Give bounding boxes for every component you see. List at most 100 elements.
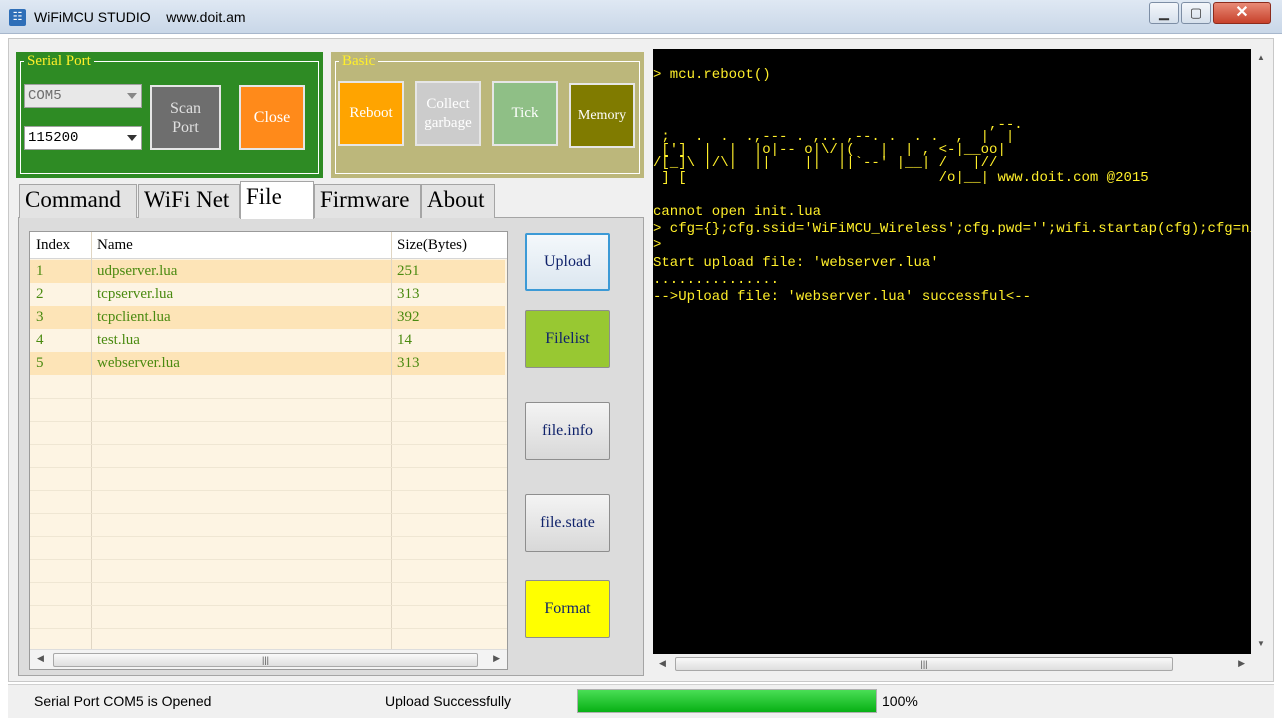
table-row[interactable]: 3 tcpclient.lua 392 bbox=[30, 306, 505, 329]
tab-about[interactable]: About bbox=[421, 184, 495, 218]
scroll-right-icon[interactable]: ▶ bbox=[493, 653, 500, 664]
terminal-line: -->Upload file: 'webserver.lua' successf… bbox=[653, 289, 1032, 305]
file-info-label: file.info bbox=[541, 422, 594, 439]
terminal-line: > cfg={};cfg.ssid='WiFiMCU_Wireless';cfg… bbox=[653, 221, 1251, 237]
row-divider bbox=[30, 605, 507, 606]
file-state-button[interactable]: file.state bbox=[525, 494, 610, 552]
collect-label-2: garbage bbox=[424, 114, 472, 131]
row-divider bbox=[30, 467, 507, 468]
progress-percent: 100% bbox=[882, 693, 918, 709]
status-message: Upload Successfully bbox=[385, 693, 512, 709]
memory-button[interactable]: Memory bbox=[569, 83, 635, 148]
format-button[interactable]: Format bbox=[525, 580, 610, 638]
reboot-label: Reboot bbox=[349, 105, 393, 121]
row-size: 251 bbox=[397, 263, 420, 279]
row-index: 5 bbox=[36, 355, 44, 371]
terminal-line: cannot open init.lua bbox=[653, 204, 822, 220]
terminal-line: Start upload file: 'webserver.lua' bbox=[653, 255, 939, 271]
close-port-button[interactable]: Close bbox=[239, 85, 305, 150]
terminal-horizontal-scrollbar[interactable]: ◀ ||| ▶ bbox=[653, 655, 1251, 673]
table-row[interactable]: 4 test.lua 14 bbox=[30, 329, 505, 352]
minimize-icon: ▁ bbox=[1159, 5, 1169, 20]
format-label: Format bbox=[544, 600, 591, 617]
reboot-button[interactable]: Reboot bbox=[338, 81, 404, 146]
row-divider bbox=[30, 444, 507, 445]
filelist-button[interactable]: Filelist bbox=[525, 310, 610, 368]
port-select[interactable]: COM5 bbox=[24, 84, 142, 108]
table-row[interactable]: 1 udpserver.lua 251 bbox=[30, 260, 505, 283]
rss-icon: ☷ bbox=[9, 9, 26, 26]
upload-button[interactable]: Upload bbox=[525, 233, 610, 291]
table-row[interactable]: 5 webserver.lua 313 bbox=[30, 352, 505, 375]
header-index[interactable]: Index bbox=[30, 232, 91, 258]
maximize-icon: ▢ bbox=[1189, 5, 1203, 20]
row-size: 313 bbox=[397, 286, 420, 302]
row-size: 14 bbox=[397, 332, 412, 348]
terminal-vertical-scrollbar[interactable]: ▲ ▼ bbox=[1252, 49, 1270, 654]
terminal-line: > mcu.reboot() bbox=[653, 67, 771, 83]
row-name: test.lua bbox=[97, 332, 140, 348]
title-bar: ☷ WiFiMCU STUDIO www.doit.am ▁ ▢ ✕ bbox=[0, 0, 1282, 34]
maximize-button[interactable]: ▢ bbox=[1181, 2, 1211, 24]
row-index: 4 bbox=[36, 332, 44, 348]
row-name: udpserver.lua bbox=[97, 263, 178, 279]
scrollbar-thumb[interactable]: ||| bbox=[675, 657, 1173, 671]
scroll-left-icon[interactable]: ◀ bbox=[659, 658, 666, 669]
scroll-left-icon[interactable]: ◀ bbox=[37, 653, 44, 664]
filelist-label: Filelist bbox=[545, 330, 590, 347]
header-size[interactable]: Size(Bytes) bbox=[391, 232, 507, 258]
port-status-text: Serial Port COM5 is Opened bbox=[34, 693, 212, 709]
row-divider bbox=[30, 490, 507, 491]
scan-port-label-1: Scan bbox=[169, 99, 202, 117]
scroll-up-icon[interactable]: ▲ bbox=[1257, 53, 1265, 62]
scrollbar-thumb[interactable]: ||| bbox=[53, 653, 478, 667]
file-state-label: file.state bbox=[540, 514, 595, 531]
scroll-down-icon[interactable]: ▼ bbox=[1257, 639, 1265, 648]
serial-port-legend: Serial Port bbox=[24, 53, 94, 70]
row-divider bbox=[30, 559, 507, 560]
progress-fill bbox=[578, 690, 876, 712]
row-divider bbox=[30, 582, 507, 583]
collect-garbage-button[interactable]: Collect garbage bbox=[415, 81, 481, 146]
chevron-down-icon bbox=[127, 93, 137, 99]
upload-label: Upload bbox=[543, 253, 592, 270]
row-divider bbox=[30, 421, 507, 422]
scan-port-label-2: Port bbox=[172, 118, 199, 136]
row-index: 3 bbox=[36, 309, 44, 325]
status-bar: Serial Port COM5 is Opened Upload Succes… bbox=[8, 684, 1274, 718]
terminal-output[interactable]: > mcu.reboot() ,--. ; . . .,--- . ,.. ,-… bbox=[653, 49, 1251, 654]
column-divider bbox=[391, 232, 392, 651]
file-list-table[interactable]: Index Name Size(Bytes) 1 udpserver.lua 2… bbox=[29, 231, 508, 670]
file-info-button[interactable]: file.info bbox=[525, 402, 610, 460]
tab-wifi-net[interactable]: WiFi Net bbox=[138, 184, 240, 218]
tab-file[interactable]: File bbox=[240, 181, 314, 219]
scan-port-button[interactable]: Scan Port bbox=[150, 85, 221, 150]
terminal-line: > bbox=[653, 237, 662, 253]
memory-label: Memory bbox=[577, 108, 627, 123]
baud-rate-select[interactable]: 115200 bbox=[24, 126, 142, 150]
chevron-down-icon bbox=[127, 135, 137, 141]
row-divider bbox=[30, 513, 507, 514]
tick-label: Tick bbox=[511, 105, 539, 121]
row-divider bbox=[30, 398, 507, 399]
tick-button[interactable]: Tick bbox=[492, 81, 558, 146]
table-row[interactable]: 2 tcpserver.lua 313 bbox=[30, 283, 505, 306]
close-window-button[interactable]: ✕ bbox=[1213, 2, 1271, 24]
row-name: tcpclient.lua bbox=[97, 309, 171, 325]
minimize-button[interactable]: ▁ bbox=[1149, 2, 1179, 24]
tab-firmware[interactable]: Firmware bbox=[314, 184, 421, 218]
row-size: 392 bbox=[397, 309, 420, 325]
tab-command[interactable]: Command bbox=[19, 184, 137, 218]
row-name: webserver.lua bbox=[97, 355, 180, 371]
upload-progress-bar bbox=[577, 689, 877, 713]
table-header: Index Name Size(Bytes) bbox=[30, 232, 507, 259]
scroll-right-icon[interactable]: ▶ bbox=[1238, 658, 1245, 669]
row-index: 1 bbox=[36, 263, 44, 279]
close-port-label: Close bbox=[253, 109, 291, 126]
table-horizontal-scrollbar[interactable]: ◀ ||| ▶ bbox=[30, 649, 507, 669]
row-size: 313 bbox=[397, 355, 420, 371]
header-name[interactable]: Name bbox=[91, 232, 391, 258]
port-select-value: COM5 bbox=[28, 88, 62, 104]
row-index: 2 bbox=[36, 286, 44, 302]
row-divider bbox=[30, 536, 507, 537]
